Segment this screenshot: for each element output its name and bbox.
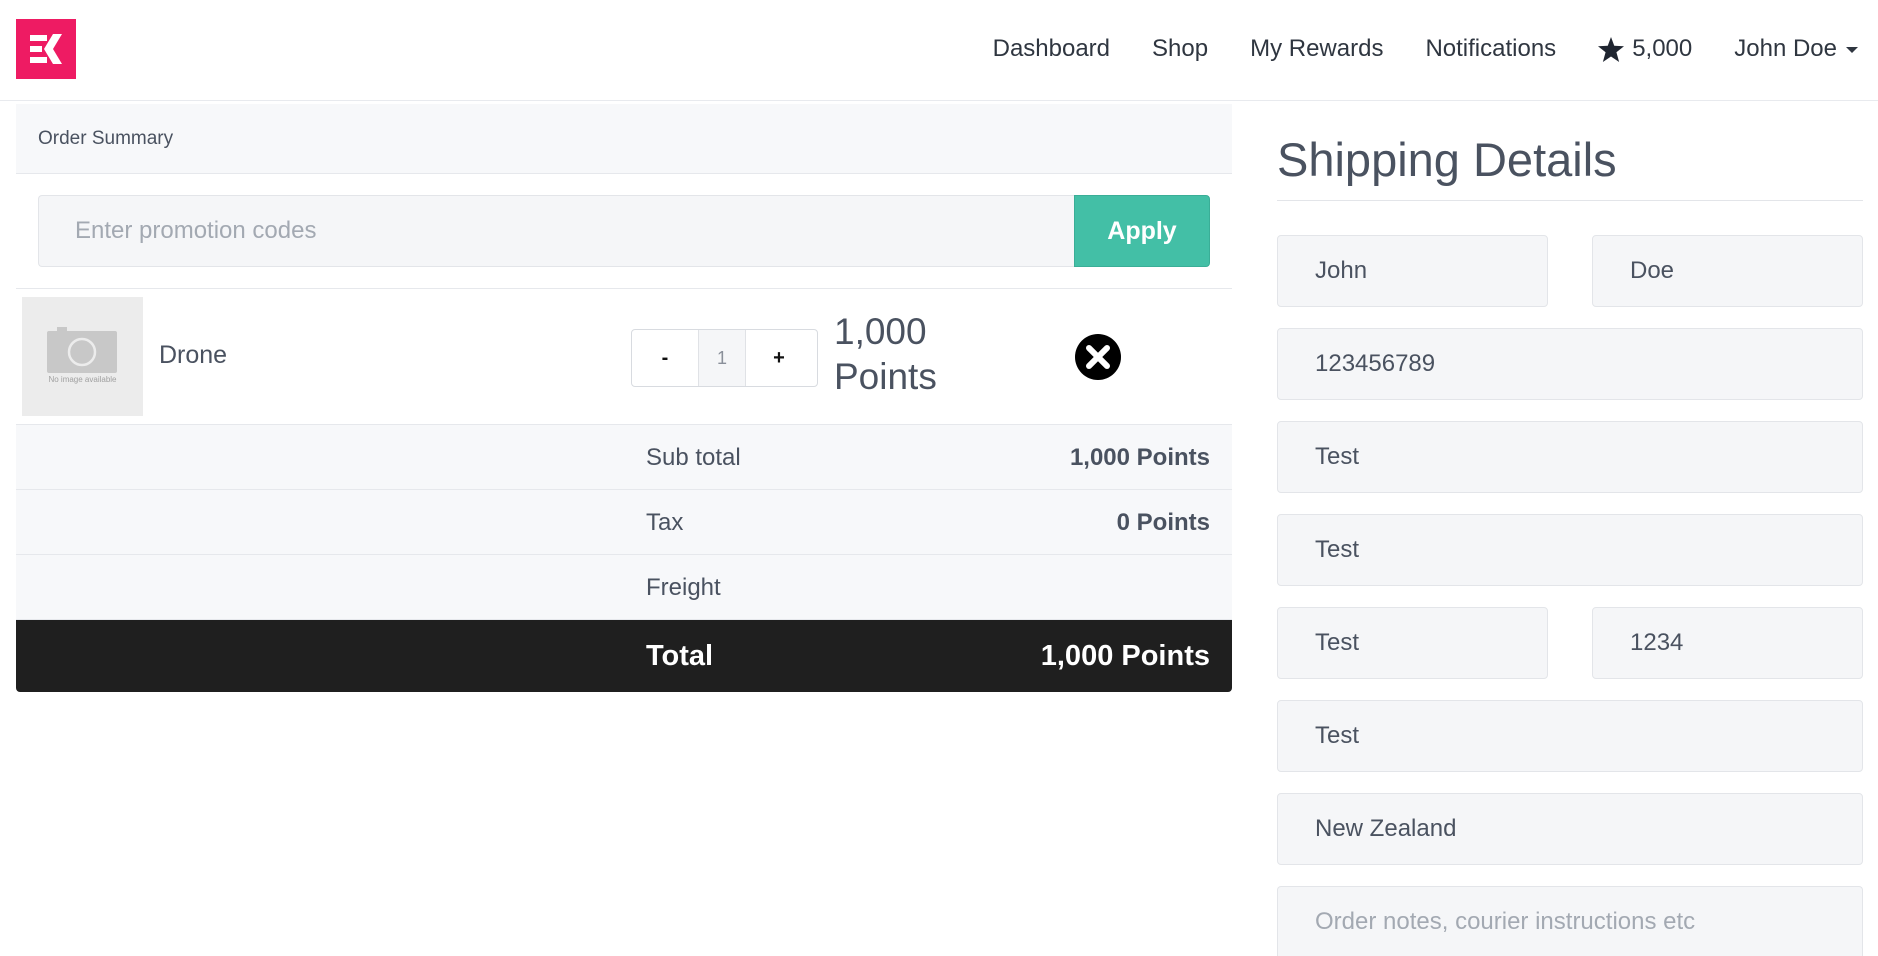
nav-menu: Dashboard Shop My Rewards Notifications … [951, 0, 1858, 98]
nav-shop[interactable]: Shop [1152, 35, 1208, 63]
apply-promo-button[interactable]: Apply [1074, 195, 1210, 267]
address-line2-field[interactable] [1277, 514, 1863, 586]
postcode-field[interactable] [1592, 607, 1863, 679]
star-icon [1598, 36, 1625, 62]
subtotal-value: 1,000 Points [1069, 443, 1210, 471]
tax-row: Tax 0 Points [16, 490, 1232, 555]
shipping-details-title: Shipping Details [1277, 133, 1617, 186]
user-name: John Doe [1734, 35, 1837, 62]
product-price: 1,000 Points [834, 309, 937, 399]
subtotal-row: Sub total 1,000 Points [16, 425, 1232, 490]
promo-code-input[interactable] [38, 195, 1078, 267]
user-menu[interactable]: John Doe [1734, 35, 1858, 63]
shipping-title-divider [1277, 200, 1863, 201]
first-name-field[interactable] [1277, 235, 1548, 307]
quantity-increase-button[interactable]: + [746, 330, 812, 386]
quantity-decrease-button[interactable]: - [632, 330, 698, 386]
phone-field[interactable] [1277, 328, 1863, 400]
total-row: Total 1,000 Points [16, 620, 1232, 692]
cart-item-row: No image available Drone - 1 + 1,000 Poi… [16, 289, 1232, 425]
points-balance[interactable]: 5,000 [1598, 35, 1692, 63]
nav-notifications[interactable]: Notifications [1425, 35, 1556, 63]
nav-dashboard[interactable]: Dashboard [993, 35, 1110, 63]
address-line1-field[interactable] [1277, 421, 1863, 493]
subtotal-label: Sub total [646, 443, 741, 471]
brand-logo[interactable] [16, 19, 76, 79]
points-balance-value: 5,000 [1632, 35, 1693, 62]
order-summary-header: Order Summary [16, 104, 1232, 174]
product-price-amount: 1,000 [834, 311, 927, 352]
total-label: Total [646, 639, 714, 672]
total-value: 1,000 Points [1040, 639, 1210, 672]
promo-code-row: Apply [16, 174, 1232, 289]
city-field[interactable] [1277, 607, 1548, 679]
no-image-text: No image available [48, 375, 117, 384]
camera-placeholder-icon [47, 327, 117, 373]
order-summary-panel: Order Summary Apply No image available D… [16, 104, 1232, 692]
remove-item-button[interactable] [1074, 333, 1122, 381]
last-name-field[interactable] [1592, 235, 1863, 307]
tax-value: 0 Points [1116, 508, 1210, 536]
tax-label: Tax [646, 508, 684, 536]
top-navbar: Dashboard Shop My Rewards Notifications … [0, 0, 1878, 101]
nav-my-rewards[interactable]: My Rewards [1250, 35, 1383, 63]
freight-label: Freight [646, 573, 721, 601]
logo-mark-icon [30, 34, 62, 64]
quantity-value[interactable]: 1 [698, 330, 746, 386]
freight-row: Freight [16, 555, 1232, 620]
caret-down-icon [1846, 47, 1858, 53]
product-thumbnail: No image available [22, 297, 143, 416]
country-field[interactable] [1277, 793, 1863, 865]
close-circle-icon [1075, 334, 1121, 380]
order-notes-field[interactable] [1277, 886, 1863, 956]
region-field[interactable] [1277, 700, 1863, 772]
quantity-stepper: - 1 + [631, 329, 818, 387]
product-price-unit: Points [834, 356, 937, 397]
product-name: Drone [159, 341, 228, 369]
